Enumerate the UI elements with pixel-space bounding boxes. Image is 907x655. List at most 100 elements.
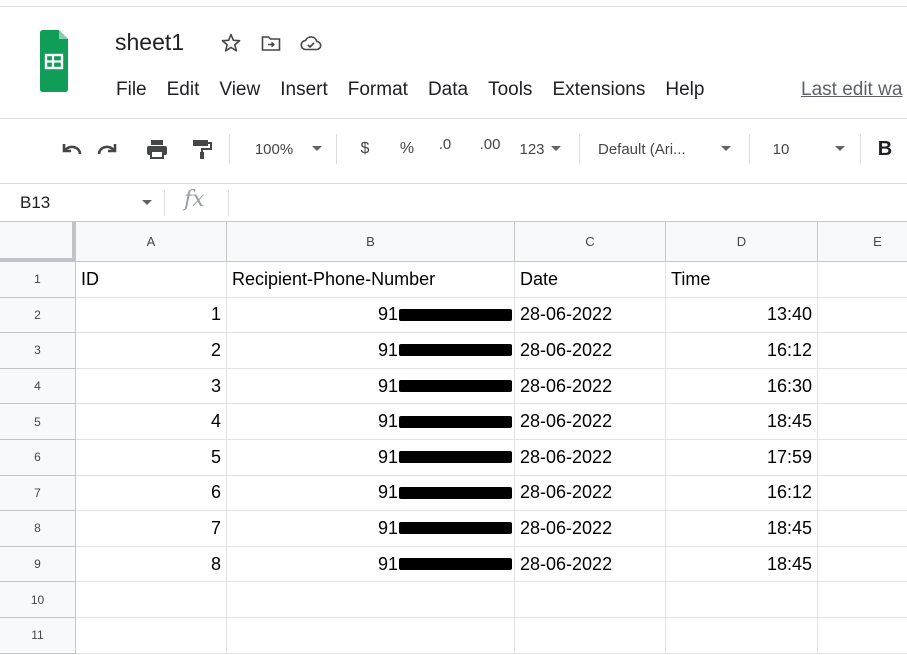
percent-format-button[interactable]: % bbox=[397, 136, 417, 162]
cell-b5[interactable]: 91 bbox=[227, 404, 515, 440]
cloud-status-icon[interactable] bbox=[300, 32, 322, 54]
name-box[interactable]: B13 bbox=[20, 193, 50, 213]
cell-d9[interactable]: 18:45 bbox=[666, 546, 818, 583]
cell-a10[interactable] bbox=[76, 582, 227, 618]
font-dropdown-icon[interactable] bbox=[718, 136, 734, 162]
bold-button[interactable]: B bbox=[874, 136, 896, 162]
increase-decimal-button[interactable]: .00 bbox=[473, 136, 507, 162]
cell-e7[interactable] bbox=[818, 476, 907, 512]
menu-extensions[interactable]: Extensions bbox=[542, 76, 655, 104]
row-header-6[interactable]: 6 bbox=[0, 440, 76, 476]
column-header-c[interactable]: C bbox=[515, 222, 666, 262]
number-format-button[interactable]: 123 bbox=[515, 136, 549, 162]
cell-e9[interactable] bbox=[818, 547, 907, 583]
cell-a1[interactable]: ID bbox=[76, 262, 227, 298]
row-header-2[interactable]: 2 bbox=[0, 297, 76, 334]
cell-a8[interactable]: 7 bbox=[76, 511, 227, 547]
cell-c5[interactable]: 28-06-2022 bbox=[515, 404, 666, 440]
cell-c10[interactable] bbox=[515, 582, 666, 618]
cell-b2[interactable]: 91 bbox=[227, 297, 515, 334]
number-format-dropdown-icon[interactable] bbox=[549, 136, 563, 162]
cell-a5[interactable]: 4 bbox=[76, 404, 227, 440]
cell-c2[interactable]: 28-06-2022 bbox=[515, 297, 666, 334]
zoom-select[interactable]: 100% bbox=[248, 136, 300, 162]
row-header-3[interactable]: 3 bbox=[0, 333, 76, 369]
select-all-corner[interactable] bbox=[0, 222, 76, 262]
font-family-select[interactable]: Default (Ari... bbox=[598, 136, 710, 162]
cell-d11[interactable] bbox=[666, 618, 818, 654]
cell-c4[interactable]: 28-06-2022 bbox=[515, 368, 666, 405]
cell-b4[interactable]: 91 bbox=[227, 368, 515, 405]
last-edit-link[interactable]: Last edit wa bbox=[801, 79, 907, 101]
font-size-select[interactable]: 10 bbox=[767, 136, 795, 162]
cell-c8[interactable]: 28-06-2022 bbox=[515, 511, 666, 547]
paint-format-icon[interactable] bbox=[188, 136, 216, 162]
cell-b7[interactable]: 91 bbox=[227, 475, 515, 512]
cell-b9[interactable]: 91 bbox=[227, 546, 515, 583]
row-header-10[interactable]: 10 bbox=[0, 582, 76, 618]
row-header-9[interactable]: 9 bbox=[0, 546, 76, 583]
zoom-dropdown-icon[interactable] bbox=[308, 136, 326, 162]
cell-d5[interactable]: 18:45 bbox=[666, 404, 818, 440]
cell-e1[interactable] bbox=[818, 262, 907, 298]
cell-c11[interactable] bbox=[515, 618, 666, 654]
cell-e8[interactable] bbox=[818, 511, 907, 547]
cell-b10[interactable] bbox=[227, 582, 515, 618]
cell-e10[interactable] bbox=[818, 582, 907, 618]
column-header-d[interactable]: D bbox=[666, 222, 818, 262]
cell-b3[interactable]: 91 bbox=[227, 333, 515, 369]
cell-a6[interactable]: 5 bbox=[76, 440, 227, 476]
row-header-4[interactable]: 4 bbox=[0, 368, 76, 405]
menu-insert[interactable]: Insert bbox=[270, 76, 338, 104]
cell-e5[interactable] bbox=[818, 404, 907, 440]
row-header-7[interactable]: 7 bbox=[0, 475, 76, 512]
menu-file[interactable]: File bbox=[106, 76, 157, 104]
name-box-dropdown-icon[interactable] bbox=[142, 200, 152, 205]
menu-data[interactable]: Data bbox=[418, 76, 478, 104]
print-icon[interactable] bbox=[143, 136, 171, 162]
menu-help[interactable]: Help bbox=[655, 76, 714, 104]
cell-d8[interactable]: 18:45 bbox=[666, 511, 818, 547]
cell-e4[interactable] bbox=[818, 369, 907, 405]
cell-d4[interactable]: 16:30 bbox=[666, 368, 818, 405]
cell-e6[interactable] bbox=[818, 440, 907, 476]
cell-d3[interactable]: 16:12 bbox=[666, 333, 818, 369]
column-header-b[interactable]: B bbox=[227, 222, 515, 262]
cell-d7[interactable]: 16:12 bbox=[666, 475, 818, 512]
cell-b11[interactable] bbox=[227, 618, 515, 654]
row-header-11[interactable]: 11 bbox=[0, 618, 76, 654]
currency-format-button[interactable]: $ bbox=[355, 136, 375, 162]
move-to-folder-icon[interactable] bbox=[260, 32, 282, 54]
cell-c6[interactable]: 28-06-2022 bbox=[515, 440, 666, 476]
star-icon[interactable] bbox=[220, 32, 242, 54]
cell-a11[interactable] bbox=[76, 618, 227, 654]
row-header-5[interactable]: 5 bbox=[0, 404, 76, 440]
column-header-a[interactable]: A bbox=[76, 222, 227, 262]
cell-a2[interactable]: 1 bbox=[76, 297, 227, 334]
menu-format[interactable]: Format bbox=[338, 76, 418, 104]
cell-b6[interactable]: 91 bbox=[227, 440, 515, 476]
cell-b8[interactable]: 91 bbox=[227, 511, 515, 547]
cell-c1[interactable]: Date bbox=[515, 262, 666, 298]
cell-e2[interactable] bbox=[818, 298, 907, 334]
menu-edit[interactable]: Edit bbox=[157, 76, 210, 104]
cell-e11[interactable] bbox=[818, 618, 907, 654]
decrease-decimal-button[interactable]: .0 bbox=[432, 136, 458, 162]
cell-d1[interactable]: Time bbox=[666, 262, 818, 298]
cell-a4[interactable]: 3 bbox=[76, 368, 227, 405]
font-size-dropdown-icon[interactable] bbox=[832, 136, 848, 162]
cell-d10[interactable] bbox=[666, 582, 818, 618]
menu-view[interactable]: View bbox=[209, 76, 270, 104]
document-title[interactable]: sheet1 bbox=[115, 29, 184, 56]
row-header-8[interactable]: 8 bbox=[0, 511, 76, 547]
cell-b1[interactable]: Recipient-Phone-Number bbox=[227, 262, 515, 298]
menu-tools[interactable]: Tools bbox=[478, 76, 542, 104]
cell-a3[interactable]: 2 bbox=[76, 333, 227, 369]
cell-a7[interactable]: 6 bbox=[76, 475, 227, 512]
column-header-e[interactable]: E bbox=[818, 222, 907, 262]
cell-a9[interactable]: 8 bbox=[76, 546, 227, 583]
cell-c9[interactable]: 28-06-2022 bbox=[515, 546, 666, 583]
cell-d2[interactable]: 13:40 bbox=[666, 297, 818, 334]
cell-d6[interactable]: 17:59 bbox=[666, 440, 818, 476]
undo-icon[interactable] bbox=[58, 136, 86, 162]
